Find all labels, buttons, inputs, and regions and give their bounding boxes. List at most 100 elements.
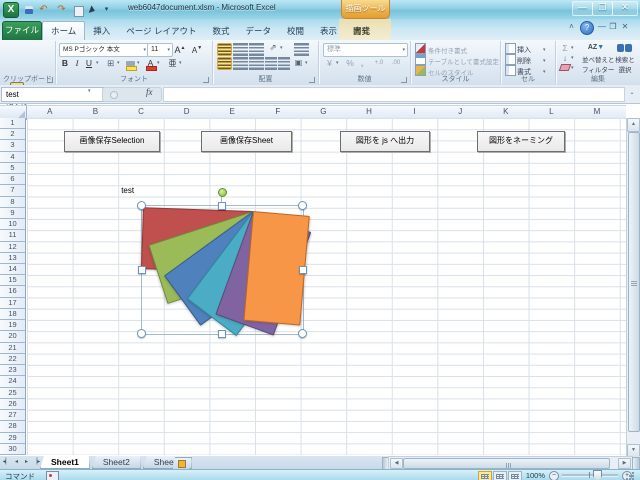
row-header-5[interactable]: 5: [0, 162, 26, 175]
font-name-combo[interactable]: MS Pゴシック 本文 ▾: [59, 43, 149, 57]
phonetic-icon[interactable]: 亜: [166, 57, 179, 70]
shrink-font-icon[interactable]: A▼: [189, 42, 205, 55]
worksheet-grid[interactable]: [27, 118, 626, 455]
column-header-A[interactable]: A: [27, 105, 74, 118]
alignment-dialog-launcher-icon[interactable]: [309, 77, 315, 83]
ribbon-tab-6[interactable]: 表示: [312, 22, 345, 40]
conditional-formatting-label[interactable]: 条件付き書式: [428, 45, 467, 55]
resize-grip[interactable]: [632, 472, 634, 474]
properties-icon[interactable]: [72, 3, 85, 17]
ribbon-tab-2[interactable]: ページ レイアウト: [118, 22, 204, 40]
horizontal-scroll-thumb[interactable]: [403, 458, 610, 469]
ribbon-tab-4[interactable]: データ: [237, 22, 279, 40]
name-box-dropdown-icon[interactable]: ▾: [88, 88, 91, 94]
workbook-minimize-icon[interactable]: —: [597, 21, 607, 33]
column-header-N[interactable]: N: [619, 105, 626, 118]
redo-icon[interactable]: ↷: [55, 3, 68, 16]
row-header-11[interactable]: 11: [0, 230, 26, 242]
selection-handle-w[interactable]: [138, 266, 146, 274]
font-size-dropdown-icon[interactable]: ▾: [167, 44, 170, 56]
selection-handle-nw[interactable]: [137, 201, 146, 210]
italic-button[interactable]: I: [72, 57, 82, 70]
find-select-button[interactable]: 検索と 選択: [612, 42, 638, 74]
number-format-dropdown-icon[interactable]: ▾: [402, 44, 405, 56]
row-header-6[interactable]: 6: [0, 174, 26, 186]
wrap-text-icon[interactable]: [294, 43, 309, 56]
align-top-button[interactable]: [217, 43, 232, 56]
zoom-level-label[interactable]: 100%: [519, 471, 545, 480]
font-color-icon[interactable]: A: [144, 57, 157, 71]
row-header-14[interactable]: 14: [0, 264, 26, 276]
ribbon-collapse-icon[interactable]: ˄: [566, 21, 577, 33]
ribbon-tab-3[interactable]: 数式: [204, 22, 237, 40]
sheet-button-export-js[interactable]: 図形を js へ出力: [340, 131, 430, 152]
row-header-24[interactable]: 24: [0, 376, 26, 388]
prev-sheet-icon[interactable]: ◂: [12, 457, 21, 468]
selection-handle-s[interactable]: [218, 330, 226, 338]
row-header-27[interactable]: 27: [0, 410, 26, 422]
row-header-10[interactable]: 10: [0, 219, 26, 231]
format-as-table-label[interactable]: テーブルとして書式設定: [428, 56, 499, 66]
scroll-left-icon[interactable]: ◀: [390, 458, 403, 469]
qat-dropdown-icon[interactable]: ▾: [100, 3, 113, 16]
column-header-E[interactable]: E: [209, 105, 256, 118]
vertical-scroll-thumb[interactable]: [628, 132, 640, 432]
cell-C7[interactable]: test: [121, 186, 134, 195]
column-header-I[interactable]: I: [391, 105, 439, 118]
window-maximize-button[interactable]: ❒: [592, 1, 613, 16]
row-header-1[interactable]: 1: [0, 118, 26, 130]
row-header-23[interactable]: 23: [0, 365, 26, 377]
font-dialog-launcher-icon[interactable]: [203, 77, 209, 83]
row-header-7[interactable]: 7: [0, 185, 26, 197]
align-left-button[interactable]: [217, 57, 232, 70]
zoom-slider-thumb[interactable]: [593, 470, 602, 480]
comma-style-icon[interactable]: ,: [357, 57, 367, 70]
window-minimize-button[interactable]: —: [572, 1, 593, 16]
formula-input[interactable]: [163, 87, 625, 102]
sort-filter-button[interactable]: AZ▼ 並べ替えと フィルター: [582, 42, 615, 74]
row-header-22[interactable]: 22: [0, 353, 26, 366]
insert-function-icon[interactable]: fx: [146, 87, 153, 97]
page-layout-view-button[interactable]: [493, 471, 507, 480]
row-header-21[interactable]: 21: [0, 342, 26, 354]
row-header-2[interactable]: 2: [0, 129, 26, 141]
scroll-up-icon[interactable]: ▲: [627, 118, 640, 132]
underline-button[interactable]: U: [83, 57, 95, 70]
next-sheet-icon[interactable]: ▸: [22, 457, 31, 468]
align-center-button[interactable]: [233, 57, 248, 70]
column-header-D[interactable]: D: [163, 105, 211, 118]
row-header-9[interactable]: 9: [0, 207, 26, 220]
workbook-close-icon[interactable]: ✕: [619, 21, 631, 33]
column-header-M[interactable]: M: [574, 105, 621, 118]
column-header-H[interactable]: H: [346, 105, 393, 118]
sheet-button-save-sheet[interactable]: 画像保存Sheet: [201, 131, 292, 152]
column-header-G[interactable]: G: [300, 105, 348, 118]
ribbon-tab-5[interactable]: 校閲: [279, 22, 312, 40]
window-close-button[interactable]: ✕: [612, 1, 638, 16]
save-icon[interactable]: [22, 3, 35, 16]
column-header-B[interactable]: B: [72, 105, 120, 118]
decrease-decimal-icon[interactable]: .00: [388, 57, 404, 70]
column-header-L[interactable]: L: [528, 105, 576, 118]
zoom-in-icon[interactable]: +: [622, 471, 632, 480]
row-header-19[interactable]: 19: [0, 320, 26, 332]
scroll-right-icon[interactable]: ▶: [618, 458, 631, 469]
selection-handle-se[interactable]: [298, 329, 307, 338]
selection-handle-e[interactable]: [299, 266, 307, 274]
orientation-icon[interactable]: ⇗: [266, 41, 280, 54]
borders-icon[interactable]: ⊞: [104, 57, 117, 70]
decrease-indent-icon[interactable]: [265, 57, 277, 70]
increase-indent-icon[interactable]: [278, 57, 290, 70]
align-middle-button[interactable]: [233, 43, 248, 56]
ribbon-tab-0[interactable]: ホーム: [42, 21, 86, 40]
sheet-button-save-selection[interactable]: 画像保存Selection: [64, 131, 160, 152]
selection-handle-sw[interactable]: [137, 329, 146, 338]
row-header-17[interactable]: 17: [0, 297, 26, 309]
selection-handle-ne[interactable]: [298, 201, 307, 210]
sheet-button-name-shapes[interactable]: 図形をネーミング: [477, 131, 565, 152]
macro-record-icon[interactable]: [46, 471, 59, 480]
align-bottom-button[interactable]: [249, 43, 264, 56]
bold-button[interactable]: B: [59, 57, 71, 70]
clipboard-dialog-launcher-icon[interactable]: [47, 77, 53, 83]
formula-bar-expand-icon[interactable]: ⌄: [626, 88, 638, 100]
